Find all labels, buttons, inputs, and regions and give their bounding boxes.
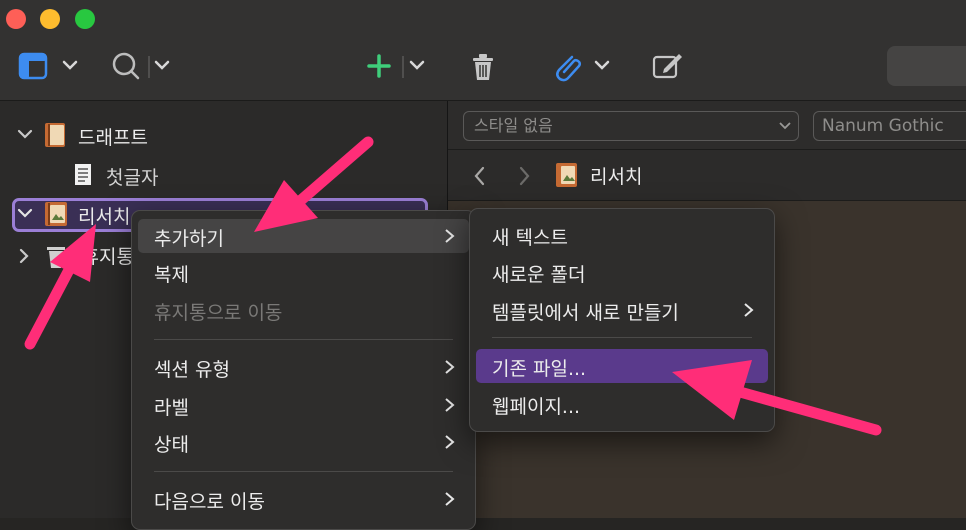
attachment-button[interactable]	[550, 48, 612, 84]
sidebar-layout-icon	[18, 52, 78, 80]
toolbar-search-field[interactable]	[887, 46, 966, 86]
search-icon	[112, 52, 170, 80]
edit-note-icon	[652, 54, 682, 79]
paragraph-style-select[interactable]: 스타일 없음	[463, 111, 799, 141]
font-family-select[interactable]: Nanum Gothic	[813, 111, 966, 141]
menu-item-label: 다음으로 이동	[154, 491, 265, 513]
trash-icon	[473, 54, 493, 80]
chevron-down-icon	[779, 122, 791, 130]
menu-separator	[492, 337, 752, 338]
draft-folder-icon	[45, 123, 65, 147]
add-button[interactable]	[364, 48, 428, 84]
submenu-item-new-folder[interactable]: 새로운 폴더	[476, 255, 768, 289]
chevron-right-icon	[445, 229, 455, 243]
research-folder-icon	[556, 163, 577, 187]
binder-item-draft[interactable]: 드래프트	[78, 123, 148, 150]
close-window-button[interactable]	[6, 9, 26, 29]
binder-item-research[interactable]: 리서치	[78, 202, 130, 229]
chevron-right-icon[interactable]	[14, 245, 34, 267]
menu-item-add[interactable]: 추가하기	[138, 219, 469, 253]
add-submenu: 새 텍스트 새로운 폴더 템플릿에서 새로 만들기 기존 파일... 웹페이지.…	[469, 208, 775, 432]
paragraph-style-value: 스타일 없음	[474, 116, 553, 135]
menu-item-status[interactable]: 상태	[138, 425, 469, 459]
format-bar: 스타일 없음 Nanum Gothic	[448, 101, 966, 150]
menu-separator	[154, 471, 453, 472]
research-folder-icon	[45, 202, 67, 226]
submenu-item-label: 새 텍스트	[492, 227, 568, 249]
menu-item-label: 섹션 유형	[154, 359, 230, 381]
chevron-down-icon[interactable]	[14, 204, 38, 224]
menu-item-label: 라벨	[154, 397, 189, 419]
chevron-right-icon	[744, 303, 754, 317]
menu-item-label: 휴지통으로 이동	[154, 302, 283, 324]
forward-arrow-icon[interactable]	[516, 165, 532, 187]
font-family-value: Nanum Gothic	[822, 116, 944, 136]
paperclip-icon	[556, 55, 610, 82]
editor-navigation-bar: 리서치	[448, 150, 966, 201]
chevron-right-icon	[445, 435, 455, 449]
binder-item-trash[interactable]: 휴지통	[54, 242, 134, 269]
chevron-right-icon	[445, 360, 455, 374]
menu-item-section-type[interactable]: 섹션 유형	[138, 350, 469, 384]
menu-item-label: 상태	[154, 434, 189, 456]
chevron-down-icon[interactable]	[14, 125, 38, 145]
menu-item-move-to-trash: 휴지통으로 이동	[138, 293, 469, 327]
menu-item-label: 복제	[154, 264, 189, 286]
minimize-window-button[interactable]	[40, 9, 60, 29]
chevron-right-icon	[445, 398, 455, 412]
submenu-item-label: 새로운 폴더	[492, 264, 586, 286]
trash-button[interactable]	[468, 48, 498, 84]
zoom-window-button[interactable]	[75, 9, 95, 29]
menu-item-label: 추가하기	[154, 228, 224, 250]
menu-separator	[154, 339, 453, 340]
chevron-right-icon	[445, 492, 455, 506]
window-toolbar	[0, 0, 966, 101]
back-arrow-icon[interactable]	[472, 165, 488, 187]
menu-item-move-to[interactable]: 다음으로 이동	[138, 482, 469, 516]
menu-item-duplicate[interactable]: 복제	[138, 255, 469, 289]
search-button[interactable]	[108, 48, 174, 84]
submenu-item-label: 웹페이지...	[492, 396, 581, 418]
submenu-item-existing-file[interactable]: 기존 파일...	[476, 349, 768, 383]
submenu-item-label: 기존 파일...	[492, 358, 587, 380]
menu-item-label-submenu[interactable]: 라벨	[138, 388, 469, 422]
submenu-item-new-text[interactable]: 새 텍스트	[476, 218, 768, 252]
binder-item-first-chapter[interactable]: 첫글자	[106, 163, 158, 190]
submenu-item-new-from-template[interactable]: 템플릿에서 새로 만들기	[476, 293, 768, 327]
submenu-item-label: 템플릿에서 새로 만들기	[492, 302, 679, 324]
context-menu: 추가하기 복제 휴지통으로 이동 섹션 유형 라벨 상태 다음으로 이동	[131, 210, 476, 530]
view-layout-button[interactable]	[14, 48, 84, 84]
current-document-title: 리서치	[590, 166, 643, 188]
submenu-item-webpage[interactable]: 웹페이지...	[476, 387, 768, 421]
compose-button[interactable]	[650, 48, 684, 84]
text-document-icon	[75, 164, 91, 185]
plus-icon	[367, 54, 425, 78]
